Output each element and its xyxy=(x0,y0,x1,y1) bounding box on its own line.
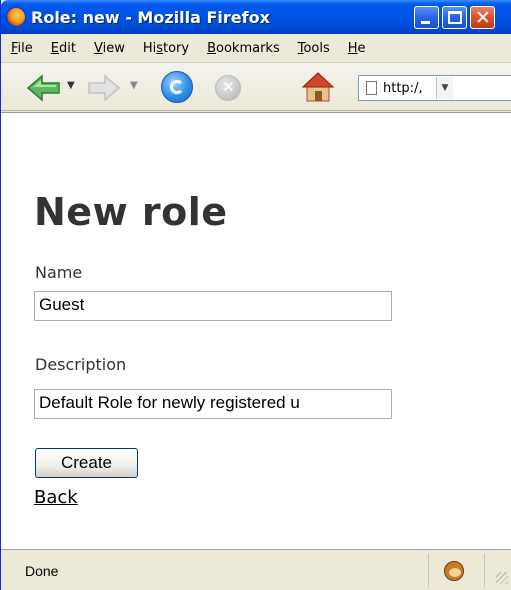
name-input[interactable]: Guest xyxy=(34,291,392,321)
page-content xyxy=(1,112,511,549)
home-icon[interactable] xyxy=(301,71,335,103)
back-link[interactable]: Back xyxy=(34,487,78,508)
navigation-toolbar: ▼ ▼ ✕ http:/, ▼ xyxy=(1,63,511,111)
close-icon: ✕ xyxy=(475,7,491,29)
status-divider xyxy=(428,554,429,587)
page-icon xyxy=(366,81,377,95)
status-bar: Done xyxy=(1,549,511,590)
menu-view[interactable]: View xyxy=(85,41,134,56)
title-bar[interactable]: Role: new - Mozilla Firefox ✕ xyxy=(1,0,511,34)
forward-history-dropdown-icon[interactable]: ▼ xyxy=(130,80,138,91)
menu-edit[interactable]: Edit xyxy=(42,41,85,56)
menu-history[interactable]: History xyxy=(134,41,198,56)
url-dropdown-icon[interactable]: ▼ xyxy=(436,77,453,99)
address-bar[interactable]: http:/, ▼ xyxy=(358,75,511,101)
menu-tools[interactable]: Tools xyxy=(289,41,339,56)
description-label: Description xyxy=(35,355,127,374)
stop-icon[interactable]: ✕ xyxy=(215,75,241,101)
description-input[interactable]: Default Role for newly registered u xyxy=(34,389,392,419)
window-controls: ✕ xyxy=(414,6,495,29)
resize-grip-icon[interactable] xyxy=(496,572,508,584)
browser-window: Role: new - Mozilla Firefox ✕ File Edit … xyxy=(0,0,511,590)
back-history-dropdown-icon[interactable]: ▼ xyxy=(67,80,75,91)
window-title: Role: new - Mozilla Firefox xyxy=(31,7,270,27)
minimize-button[interactable] xyxy=(414,6,439,29)
menu-file[interactable]: File xyxy=(1,41,42,56)
forward-icon[interactable] xyxy=(87,74,121,102)
status-text: Done xyxy=(25,563,59,579)
close-button[interactable]: ✕ xyxy=(470,6,495,29)
create-button[interactable]: Create xyxy=(35,448,138,478)
maximize-icon xyxy=(448,11,462,24)
minimize-icon xyxy=(421,21,430,24)
reload-icon[interactable] xyxy=(161,71,193,103)
page-title: New role xyxy=(34,190,228,234)
name-label: Name xyxy=(35,263,83,282)
back-icon[interactable] xyxy=(26,74,62,102)
status-divider xyxy=(484,554,485,587)
menu-bar: File Edit View History Bookmarks Tools H… xyxy=(1,34,511,63)
menu-bookmarks[interactable]: Bookmarks xyxy=(198,41,289,56)
greasemonkey-icon[interactable] xyxy=(444,561,464,581)
url-text[interactable]: http:/, xyxy=(383,81,433,96)
firefox-logo-icon xyxy=(6,7,26,27)
maximize-button[interactable] xyxy=(442,6,467,29)
menu-help[interactable]: He xyxy=(339,41,375,56)
